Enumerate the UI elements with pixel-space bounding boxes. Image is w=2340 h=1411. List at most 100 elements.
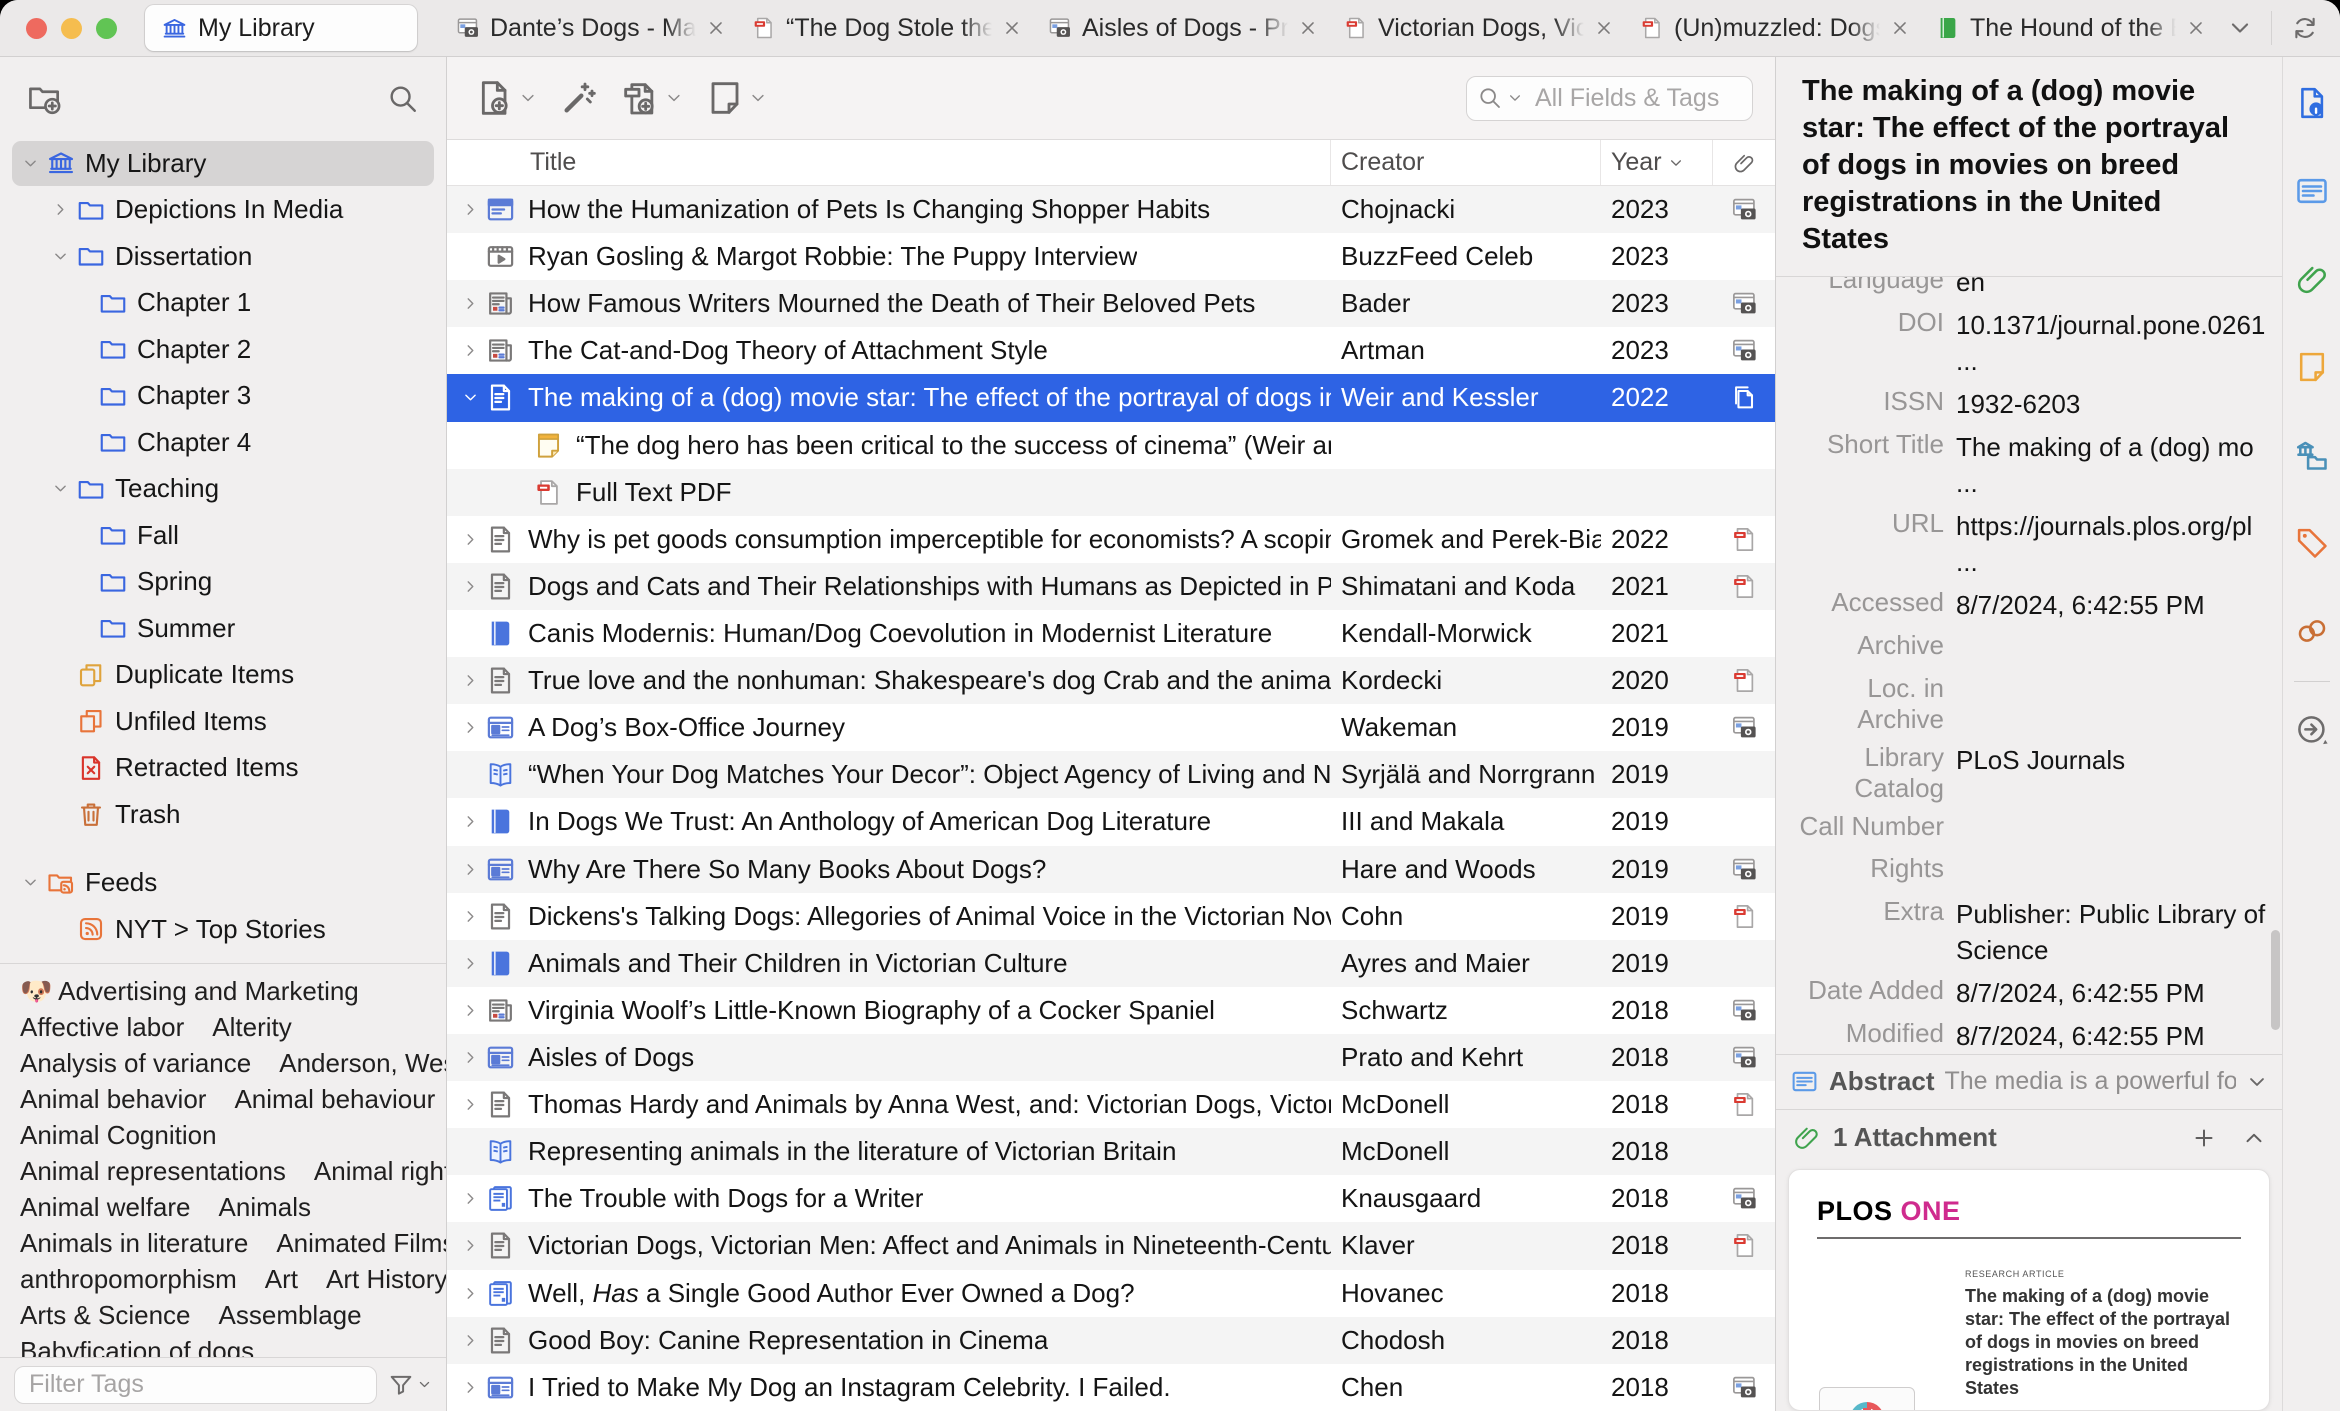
rail-notes-icon[interactable] [2294,349,2330,385]
close-window-button[interactable] [26,17,47,39]
pdf-preview[interactable]: PLOS ONE Check for updates OPEN ACCESS [1788,1168,2270,1411]
sidebar-item-my-library[interactable]: My Library [0,140,446,187]
sidebar-item-chapter-4[interactable]: Chapter 4 [0,419,446,466]
expander-closed-icon[interactable] [457,861,483,878]
tag-art[interactable]: Art [265,1264,298,1295]
sidebar-item-chapter-3[interactable]: Chapter 3 [0,373,446,420]
expander-closed-icon[interactable] [457,1096,483,1113]
column-header-attachment[interactable] [1713,140,1775,185]
tag-animals[interactable]: Animals [219,1192,311,1223]
rail-abstract-icon[interactable] [2294,173,2330,209]
zoom-window-button[interactable] [96,17,117,39]
tag-affective-labor[interactable]: Affective labor [20,1012,184,1043]
sidebar-item-nyt-top-stories[interactable]: NYT > Top Stories [0,906,446,953]
item-row[interactable]: How Famous Writers Mourned the Death of … [447,280,1775,328]
field-value[interactable]: 10.1371/journal.pone.0261 ... [1956,307,2276,379]
tag-alterity[interactable]: Alterity [212,1012,291,1043]
sidebar-item-unfiled-items[interactable]: Unfiled Items [0,698,446,745]
tag-animated-films[interactable]: Animated Films [276,1228,446,1259]
sidebar-item-feeds[interactable]: Feeds [0,860,446,907]
item-row[interactable]: How the Humanization of Pets Is Changing… [447,186,1775,234]
item-row[interactable]: Representing animals in the literature o… [447,1128,1775,1176]
abstract-expand-chevron-icon[interactable] [2246,1071,2268,1093]
tag-animal-behaviour[interactable]: Animal behaviour [234,1084,435,1115]
item-row[interactable]: Canis Modernis: Human/Dog Coevolution in… [447,610,1775,657]
rail-libraries-collections-icon[interactable] [2294,437,2330,473]
minimize-window-button[interactable] [61,17,82,39]
item-row[interactable]: Victorian Dogs, Victorian Men: Affect an… [447,1222,1775,1270]
item-row[interactable]: Good Boy: Canine Representation in Cinem… [447,1316,1775,1364]
filter-tags-input[interactable] [14,1365,377,1404]
tag-animal-rights[interactable]: Animal rights [314,1156,446,1187]
search-scope-chevron-icon[interactable] [1507,90,1523,106]
tab-close-icon[interactable] [1001,17,1023,39]
add-attachment-plus-icon[interactable] [2192,1126,2216,1150]
tab-close-icon[interactable] [1889,17,1911,39]
add-by-identifier-button[interactable] [553,72,605,124]
tag-filter-chevron-icon[interactable] [417,1377,432,1392]
tab-6[interactable]: The Hound of the Ba [1921,0,2217,56]
field-value[interactable]: 8/7/2024, 6:42:55 PM [1956,1018,2276,1054]
sidebar-item-retracted-items[interactable]: Retracted Items [0,745,446,792]
new-note-button[interactable] [699,72,773,124]
expander-closed-icon[interactable] [457,1049,483,1066]
tab-close-icon[interactable] [2185,17,2207,39]
field-value[interactable]: en [1956,277,2276,300]
rail-tags-icon[interactable] [2294,525,2330,561]
item-row[interactable]: I Tried to Make My Dog an Instagram Cele… [447,1364,1775,1411]
column-header-creator[interactable]: Creator [1331,140,1601,185]
expander-closed-icon[interactable] [457,1379,483,1396]
expander-closed-icon[interactable] [457,719,483,736]
expander-closed-icon[interactable] [457,1237,483,1254]
item-row[interactable]: “When Your Dog Matches Your Decor”: Obje… [447,751,1775,799]
tag-animal-cognition[interactable]: Animal Cognition [20,1120,217,1151]
expander-closed-icon[interactable] [457,1002,483,1019]
field-value[interactable]: https://journals.plos.org/pl ... [1956,508,2276,580]
field-value[interactable]: 1932-6203 [1956,386,2276,422]
tab-3[interactable]: Aisles of Dogs - Prat [1033,0,1329,56]
rail-locate-icon[interactable] [2294,712,2330,748]
expander-closed-icon[interactable] [457,1285,483,1302]
collection-search-icon[interactable] [386,82,420,116]
expander-closed-icon[interactable] [457,578,483,595]
expander-closed-icon[interactable] [457,1190,483,1207]
tag-anderson-wes[interactable]: Anderson, Wes [279,1048,446,1079]
expander-closed-icon[interactable] [457,1332,483,1349]
field-value[interactable]: Publisher: Public Library of Science [1956,896,2276,968]
attachments-header[interactable]: 1 Attachment [1776,1108,2282,1166]
rail-info-icon[interactable] [2294,85,2330,121]
item-row[interactable]: Animals and Their Children in Victorian … [447,939,1775,987]
field-value[interactable]: 8/7/2024, 6:42:55 PM [1956,975,2276,1011]
add-attachment-button[interactable] [615,72,689,124]
twisty-open-icon[interactable] [14,868,46,898]
expander-closed-icon[interactable] [457,955,483,972]
sidebar-item-duplicate-items[interactable]: Duplicate Items [0,652,446,699]
item-row[interactable]: Ryan Gosling & Margot Robbie: The Puppy … [447,233,1775,280]
tag-arts-science[interactable]: Arts & Science [20,1300,191,1331]
expander-closed-icon[interactable] [457,342,483,359]
sidebar-item-fall[interactable]: Fall [0,512,446,559]
expander-closed-icon[interactable] [457,201,483,218]
child-row[interactable]: “The dog hero has been critical to the s… [447,422,1775,469]
tag--advertising-and-marketing[interactable]: 🐶 Advertising and Marketing [20,976,359,1007]
sidebar-item-summer[interactable]: Summer [0,605,446,652]
expander-closed-icon[interactable] [457,672,483,689]
item-row[interactable]: The making of a (dog) movie star: The ef… [447,374,1775,422]
tag-animal-behavior[interactable]: Animal behavior [20,1084,206,1115]
tab-list-chevron-icon[interactable] [2227,15,2253,41]
twisty-open-icon[interactable] [14,148,46,178]
item-row[interactable]: Dickens's Talking Dogs: Allegories of An… [447,893,1775,940]
tab-close-icon[interactable] [1593,17,1615,39]
field-value[interactable]: The making of a (dog) mo ... [1956,429,2276,501]
field-value[interactable]: 8/7/2024, 6:42:55 PM [1956,587,2276,623]
tab-4[interactable]: Victorian Dogs, Victo [1329,0,1625,56]
expander-closed-icon[interactable] [457,908,483,925]
child-row[interactable]: Full Text PDF [447,468,1775,516]
tag-analysis-of-variance[interactable]: Analysis of variance [20,1048,251,1079]
tab-2[interactable]: “The Dog Stole the P [737,0,1033,56]
scrollbar-thumb[interactable] [2271,930,2280,1030]
field-value[interactable]: PLoS Journals [1956,742,2276,778]
tag-animal-representations[interactable]: Animal representations [20,1156,286,1187]
expander-closed-icon[interactable] [457,531,483,548]
tab-1[interactable]: Dante’s Dogs - Mang [441,0,737,56]
